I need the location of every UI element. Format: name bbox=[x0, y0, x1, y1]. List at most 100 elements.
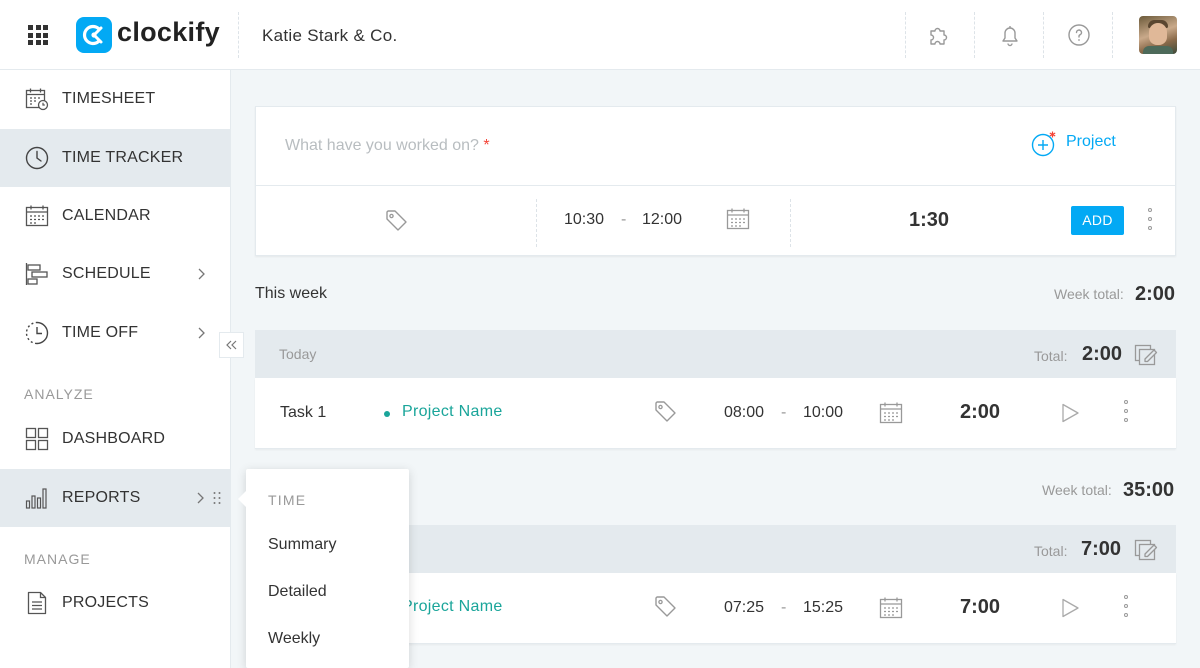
brand-name: clockify bbox=[117, 17, 220, 47]
clockify-logo-icon[interactable] bbox=[76, 17, 112, 53]
tag-icon[interactable] bbox=[384, 208, 410, 239]
end-time-input[interactable]: 12:00 bbox=[642, 211, 682, 229]
entry-end-time[interactable]: 10:00 bbox=[803, 404, 843, 422]
week-total-value: 35:00 bbox=[1123, 479, 1175, 501]
tag-icon[interactable] bbox=[653, 594, 679, 625]
day-total-label: Total: bbox=[1034, 543, 1068, 559]
sidebar-item-label: CALENDAR bbox=[62, 207, 151, 224]
sidebar-item-projects[interactable]: PROJECTS bbox=[0, 574, 231, 632]
divider bbox=[1043, 12, 1044, 58]
sidebar-item-label: DASHBOARD bbox=[62, 430, 166, 447]
week-title: This week bbox=[255, 285, 328, 302]
divider bbox=[238, 12, 239, 58]
reports-submenu: TIME Summary Detailed Weekly bbox=[238, 469, 409, 668]
reports-icon bbox=[25, 486, 49, 510]
entry-description[interactable]: Task 1 bbox=[280, 404, 326, 422]
sidebar-item-time-tracker[interactable]: TIME TRACKER bbox=[0, 129, 231, 187]
chevron-right-icon bbox=[195, 266, 207, 282]
day-total-label: Total: bbox=[1034, 348, 1068, 364]
day-total-value: 7:00 bbox=[1081, 538, 1122, 560]
bulk-edit-icon[interactable] bbox=[1134, 537, 1160, 566]
project-color-dot bbox=[384, 411, 390, 417]
entry-start-time[interactable]: 07:25 bbox=[724, 599, 764, 617]
chevron-right-icon bbox=[195, 325, 207, 341]
more-options-icon[interactable] bbox=[1123, 595, 1129, 621]
section-label-analyze: ANALYZE bbox=[24, 386, 94, 402]
drag-handle-icon[interactable] bbox=[212, 490, 222, 506]
week-total-value: 2:00 bbox=[1135, 283, 1176, 305]
week-total-label: Week total: bbox=[1054, 286, 1124, 302]
week-total-label: Week total: bbox=[1042, 482, 1112, 498]
popover-arrow bbox=[238, 491, 246, 507]
sidebar-item-label: TIME TRACKER bbox=[62, 149, 184, 166]
sidebar-item-label: TIMESHEET bbox=[62, 90, 156, 107]
description-placeholder: What have you worked on? bbox=[285, 137, 479, 154]
bulk-edit-icon[interactable] bbox=[1134, 342, 1160, 371]
sidebar-item-schedule[interactable]: SCHEDULE bbox=[0, 245, 231, 303]
entry-project[interactable]: Project Name bbox=[402, 403, 503, 421]
collapse-sidebar-button[interactable] bbox=[219, 332, 244, 358]
avatar[interactable] bbox=[1139, 16, 1177, 54]
time-entry-form: What have you worked on? * Project 10:30… bbox=[255, 106, 1176, 256]
sidebar-item-time-off[interactable]: TIME OFF bbox=[0, 304, 231, 362]
section-label-manage: MANAGE bbox=[24, 551, 91, 567]
entry-start-time[interactable]: 08:00 bbox=[724, 404, 764, 422]
date-picker-icon[interactable] bbox=[726, 207, 750, 236]
time-separator: - bbox=[621, 211, 627, 228]
submenu-item-summary[interactable]: Summary bbox=[268, 536, 336, 554]
submenu-item-weekly[interactable]: Weekly bbox=[268, 630, 320, 648]
divider bbox=[1112, 12, 1113, 58]
more-options-icon[interactable] bbox=[1123, 400, 1129, 426]
duration-input[interactable]: 1:30 bbox=[909, 209, 949, 232]
help-icon[interactable] bbox=[1066, 22, 1092, 48]
submenu-section-label: TIME bbox=[268, 492, 307, 508]
calendar-icon bbox=[25, 204, 49, 228]
sidebar-item-reports[interactable]: REPORTS bbox=[0, 469, 231, 527]
date-picker-icon[interactable] bbox=[879, 596, 903, 625]
workspace-name[interactable]: Katie Stark & Co. bbox=[262, 26, 398, 46]
start-time-input[interactable]: 10:30 bbox=[564, 211, 604, 229]
date-picker-icon[interactable] bbox=[879, 401, 903, 430]
entry-project[interactable]: Project Name bbox=[402, 598, 503, 616]
chevron-right-icon bbox=[194, 490, 206, 506]
divider bbox=[905, 12, 906, 58]
add-button[interactable]: ADD bbox=[1071, 206, 1124, 235]
more-options-icon[interactable] bbox=[1147, 208, 1153, 234]
divider bbox=[974, 12, 975, 58]
top-bar: clockify Katie Stark & Co. bbox=[0, 0, 1200, 70]
play-icon[interactable] bbox=[1059, 402, 1081, 429]
project-label: Project bbox=[1066, 133, 1116, 150]
projects-icon bbox=[25, 591, 49, 615]
sidebar-item-label: REPORTS bbox=[62, 489, 141, 506]
day-header: Today Total: 2:00 bbox=[255, 330, 1176, 378]
sidebar: TIMESHEET TIME TRACKER CALENDAR SCHEDULE… bbox=[0, 70, 231, 668]
sidebar-item-calendar[interactable]: CALENDAR bbox=[0, 187, 231, 245]
clock-icon bbox=[25, 146, 49, 170]
description-input[interactable]: What have you worked on? * bbox=[285, 137, 490, 155]
time-separator: - bbox=[781, 404, 787, 421]
entry-duration[interactable]: 2:00 bbox=[960, 401, 1000, 424]
time-separator: - bbox=[781, 599, 787, 616]
time-entry-row[interactable]: Task 1 Project Name 08:00 - 10:00 2:00 bbox=[255, 378, 1176, 449]
divider bbox=[790, 199, 791, 247]
timesheet-icon bbox=[25, 87, 49, 111]
divider bbox=[256, 185, 1175, 186]
dashboard-icon bbox=[25, 427, 49, 451]
play-icon[interactable] bbox=[1059, 597, 1081, 624]
submenu-item-detailed[interactable]: Detailed bbox=[268, 583, 327, 601]
time-off-icon bbox=[25, 321, 49, 345]
bell-icon[interactable] bbox=[997, 22, 1023, 48]
sidebar-item-label: TIME OFF bbox=[62, 324, 139, 341]
entry-end-time[interactable]: 15:25 bbox=[803, 599, 843, 617]
day-total-value: 2:00 bbox=[1082, 343, 1123, 365]
sidebar-item-dashboard[interactable]: DASHBOARD bbox=[0, 410, 231, 468]
puzzle-icon[interactable] bbox=[927, 22, 953, 48]
tag-icon[interactable] bbox=[653, 399, 679, 430]
apps-grid-icon[interactable] bbox=[28, 25, 48, 45]
sidebar-item-label: PROJECTS bbox=[62, 594, 149, 611]
add-project-icon bbox=[1031, 131, 1056, 157]
sidebar-item-label: SCHEDULE bbox=[62, 265, 151, 282]
entry-duration[interactable]: 7:00 bbox=[960, 596, 1000, 619]
required-mark: * bbox=[483, 137, 490, 154]
sidebar-item-timesheet[interactable]: TIMESHEET bbox=[0, 70, 231, 128]
